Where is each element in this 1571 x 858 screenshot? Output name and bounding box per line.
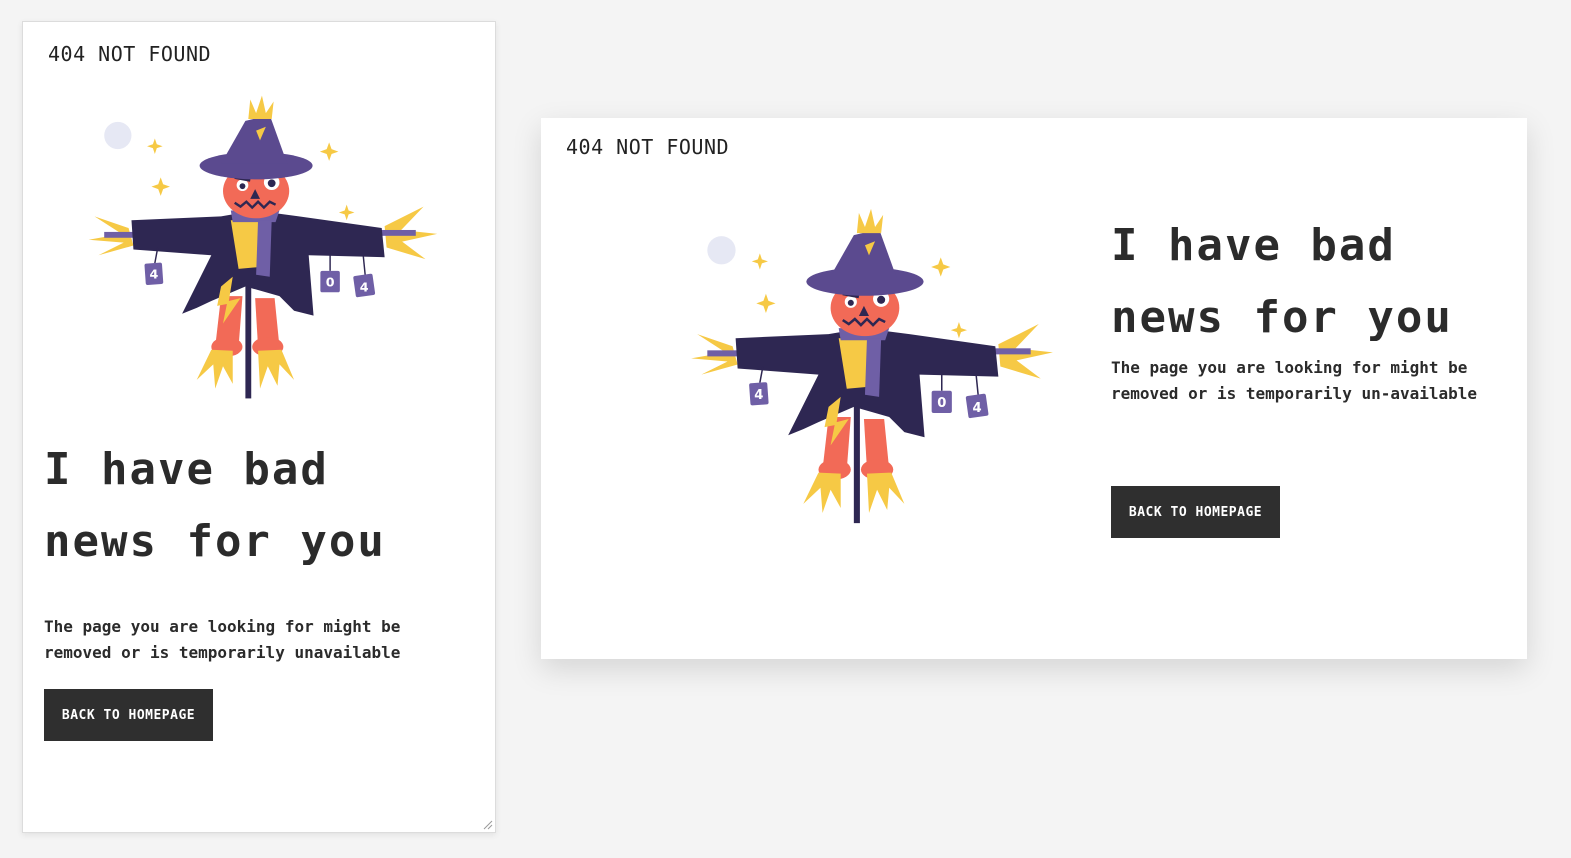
can-label: 4 <box>149 267 158 282</box>
desktop-preview-card: 404 NOT FOUND 4 0 4 I have bad news for … <box>541 118 1527 659</box>
heading-line-2: news for you <box>1111 292 1453 343</box>
can-label: 4 <box>754 388 763 403</box>
scarecrow-image: 4 0 4 <box>87 94 439 400</box>
scarecrow-illustration: 4 0 4 <box>75 90 445 405</box>
brand-logo-text[interactable]: 404 NOT FOUND <box>48 42 211 66</box>
can-label: 4 <box>360 279 369 294</box>
heading-line-2: news for you <box>44 516 386 567</box>
scarecrow-illustration: 4 0 4 <box>677 203 1061 530</box>
resize-handle-icon[interactable] <box>481 818 493 830</box>
back-to-homepage-button[interactable]: BACK TO HOMEPAGE <box>1111 486 1280 538</box>
error-heading: I have bad news for you <box>44 434 474 578</box>
can-label: 0 <box>326 274 335 289</box>
scarecrow-image: 4 0 4 <box>689 207 1055 525</box>
heading-line-1: I have bad <box>1111 220 1396 271</box>
back-to-homepage-button[interactable]: BACK TO HOMEPAGE <box>44 689 213 741</box>
heading-line-1: I have bad <box>44 444 329 495</box>
error-description: The page you are looking for might be re… <box>1111 358 1478 403</box>
can-label: 4 <box>973 401 982 416</box>
brand-logo-text[interactable]: 404 NOT FOUND <box>566 135 729 159</box>
mobile-preview-card: 404 NOT FOUND 4 0 4 I have bad news for … <box>22 21 496 833</box>
error-description: The page you are looking for might be re… <box>44 617 401 662</box>
can-label: 0 <box>937 396 946 411</box>
error-heading: I have bad news for you <box>1111 210 1511 354</box>
